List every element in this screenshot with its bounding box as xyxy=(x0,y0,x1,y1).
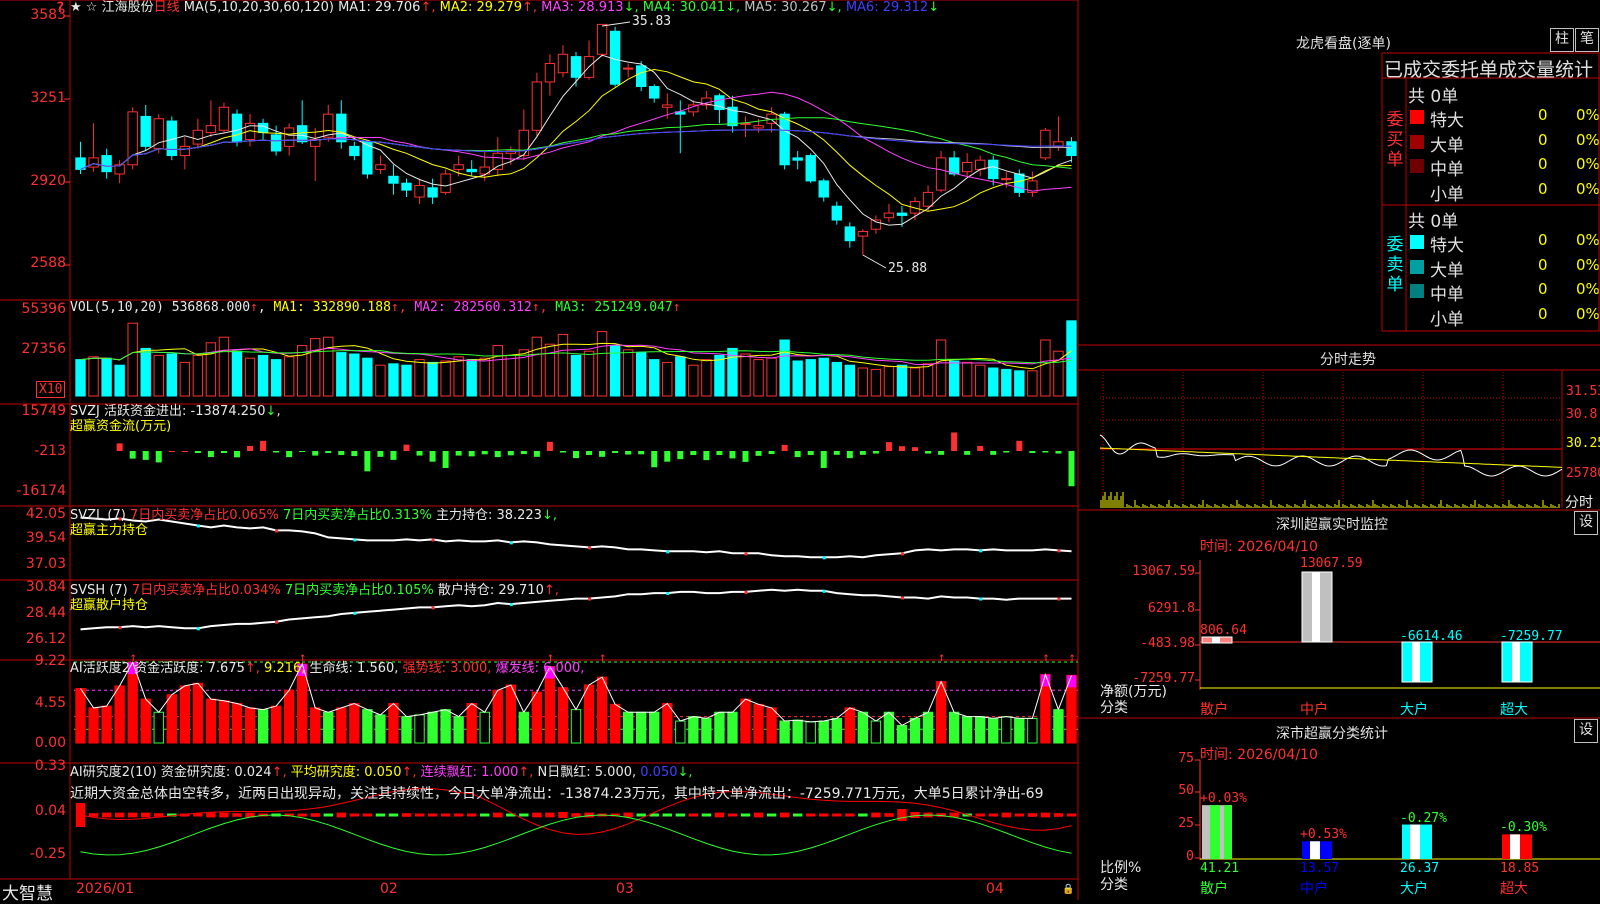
monitor-bar-highlight xyxy=(1412,642,1420,682)
class-bar-edge xyxy=(1224,805,1232,859)
class-bar-highlight xyxy=(1510,834,1520,859)
monitor-bar-highlight xyxy=(1512,642,1520,682)
intraday-avg-line xyxy=(1099,447,1563,468)
intraday-price-line xyxy=(1099,434,1563,477)
class-bar-highlight xyxy=(1210,805,1220,859)
orderbook-border xyxy=(1381,52,1600,332)
monitor-bar-highlight xyxy=(1212,637,1220,643)
class-bar-highlight xyxy=(1310,841,1320,859)
class-bar-highlight xyxy=(1410,824,1420,859)
right-panel-graphics xyxy=(1078,52,1600,860)
monitor-bar-highlight xyxy=(1312,572,1320,642)
